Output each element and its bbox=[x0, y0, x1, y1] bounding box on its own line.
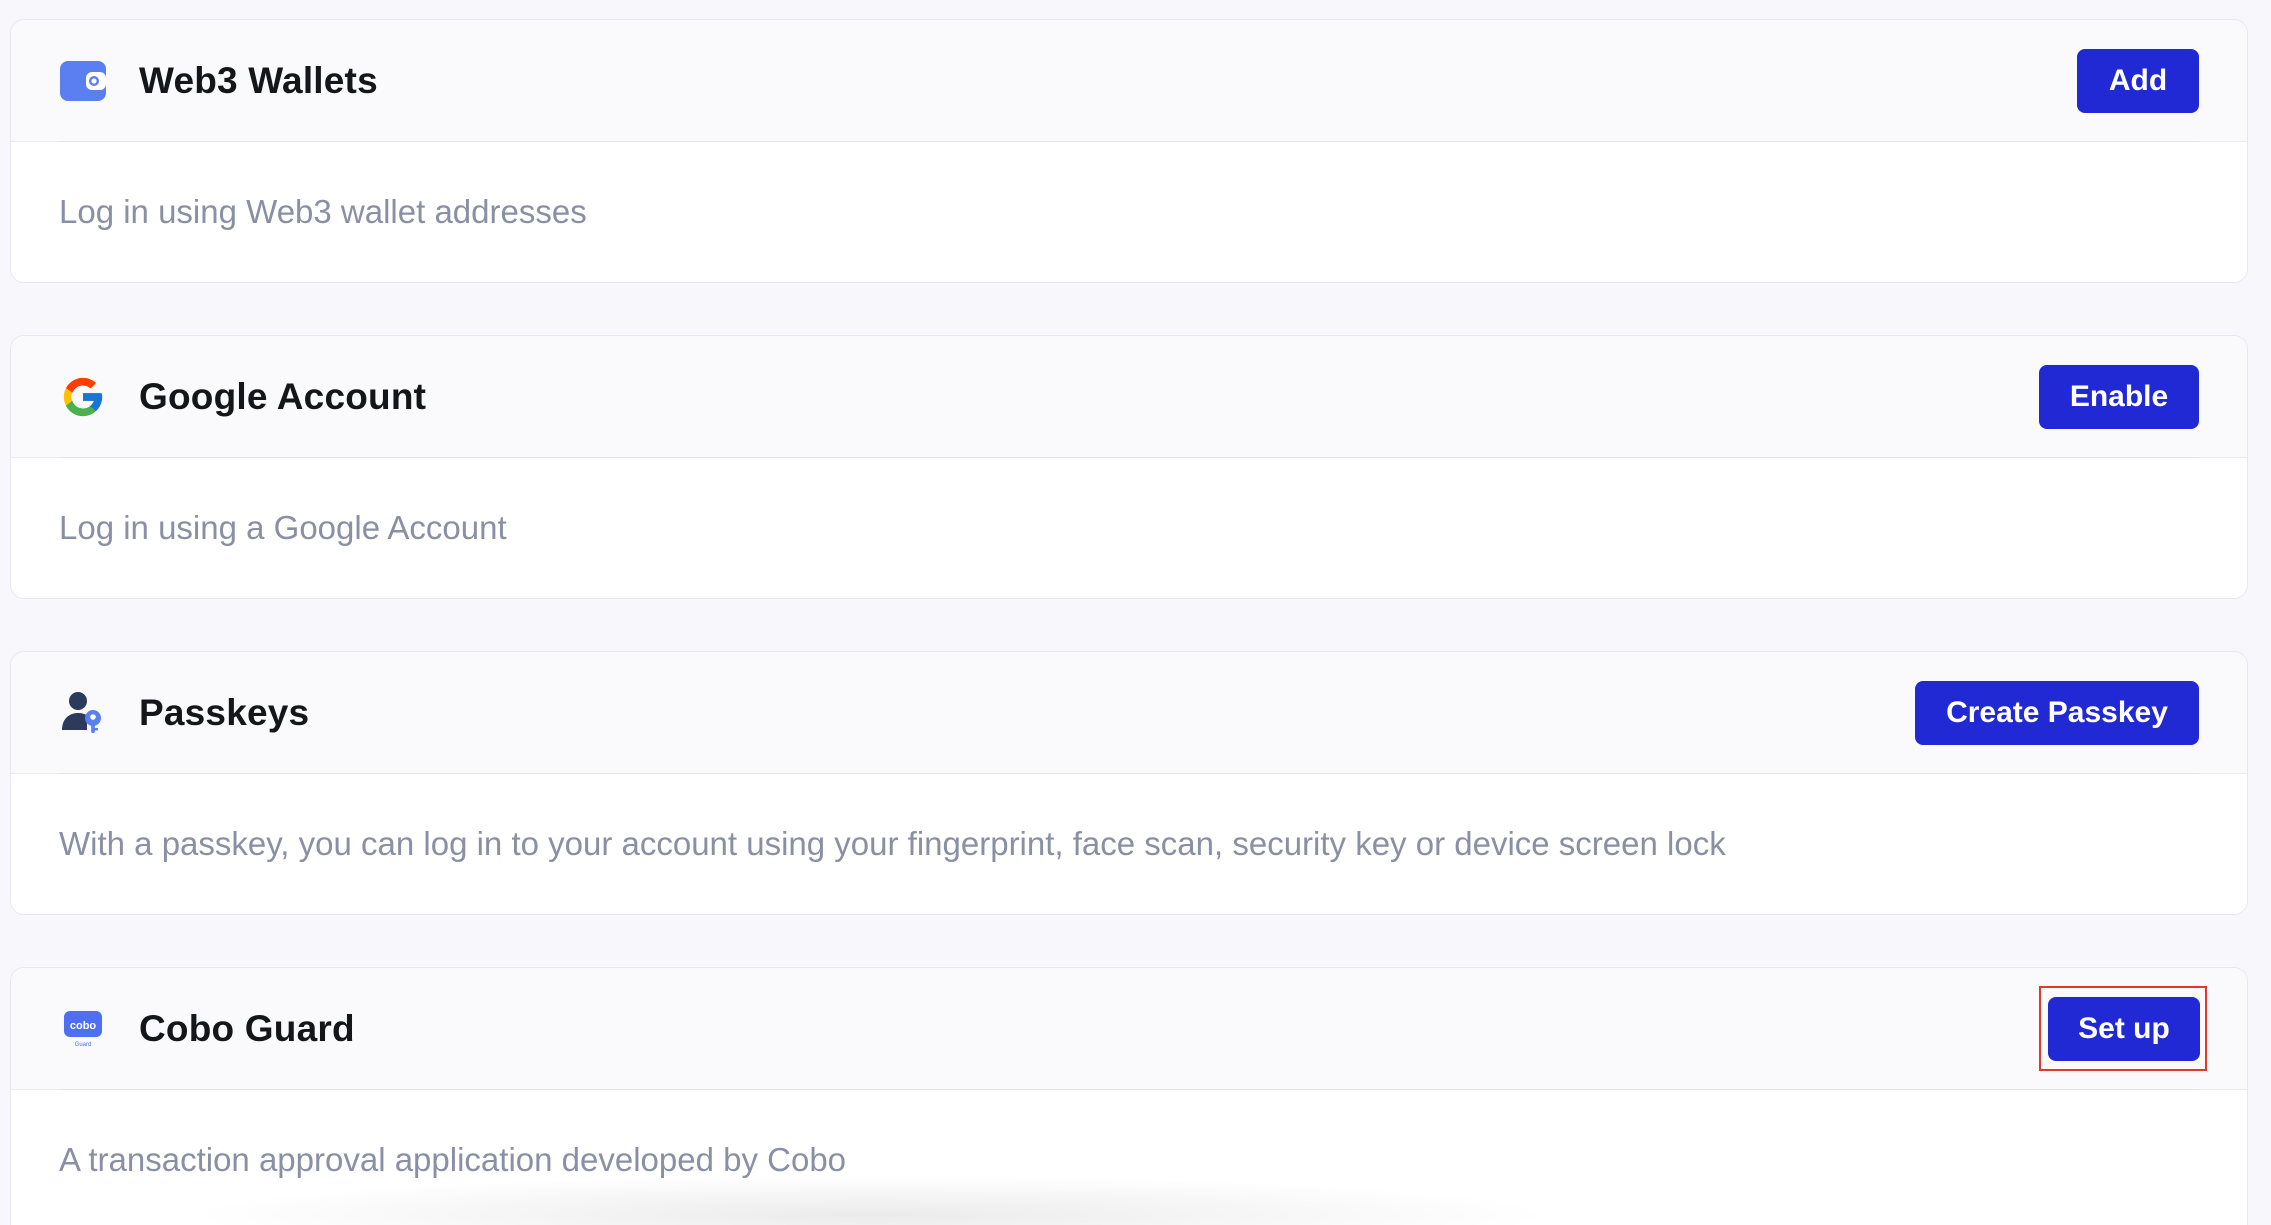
card-body: Log in using a Google Account bbox=[11, 458, 2247, 598]
card-title: Cobo Guard bbox=[139, 1007, 355, 1049]
google-account-header: Google Account Enable bbox=[11, 336, 2247, 458]
cobo-logo-text: cobo bbox=[70, 1020, 97, 1032]
card-title: Passkeys bbox=[139, 691, 310, 733]
create-passkey-button[interactable]: Create Passkey bbox=[1915, 680, 2199, 745]
login-methods-page: Web3 Wallets Add Log in using Web3 walle… bbox=[0, 0, 2271, 1225]
card-description: Log in using a Google Account bbox=[59, 509, 507, 546]
passkey-user-icon bbox=[59, 689, 107, 737]
header-divider bbox=[59, 457, 2199, 458]
google-account-card: Google Account Enable Log in using a Goo… bbox=[10, 335, 2248, 599]
card-description: Log in using Web3 wallet addresses bbox=[59, 193, 587, 230]
card-title: Web3 Wallets bbox=[139, 59, 378, 101]
card-description: With a passkey, you can log in to your a… bbox=[59, 825, 1726, 862]
enable-google-button[interactable]: Enable bbox=[2039, 364, 2199, 429]
web3-wallets-header: Web3 Wallets Add bbox=[11, 20, 2247, 142]
card-body: A transaction approval application devel… bbox=[11, 1090, 2247, 1225]
google-icon bbox=[59, 373, 107, 421]
card-body: Log in using Web3 wallet addresses bbox=[11, 142, 2247, 282]
cobo-guard-icon: cobo Guard bbox=[59, 1005, 107, 1053]
wallet-icon bbox=[59, 57, 107, 105]
add-wallet-button[interactable]: Add bbox=[2077, 48, 2199, 113]
card-title: Google Account bbox=[139, 375, 427, 417]
set-up-cobo-guard-button[interactable]: Set up bbox=[2048, 996, 2200, 1061]
passkeys-header: Passkeys Create Passkey bbox=[11, 652, 2247, 774]
cobo-guard-header: cobo Guard Cobo Guard Set up bbox=[11, 968, 2247, 1090]
card-description: A transaction approval application devel… bbox=[59, 1141, 847, 1178]
header-divider bbox=[59, 141, 2199, 142]
web3-wallets-card: Web3 Wallets Add Log in using Web3 walle… bbox=[10, 19, 2248, 283]
cobo-guard-card: cobo Guard Cobo Guard Set up A transacti… bbox=[10, 967, 2248, 1225]
card-body: With a passkey, you can log in to your a… bbox=[11, 774, 2247, 914]
header-divider bbox=[59, 1089, 2199, 1090]
passkeys-card: Passkeys Create Passkey With a passkey, … bbox=[10, 651, 2248, 915]
cobo-logo-subtext: Guard bbox=[75, 1042, 92, 1048]
header-divider bbox=[59, 773, 2199, 774]
